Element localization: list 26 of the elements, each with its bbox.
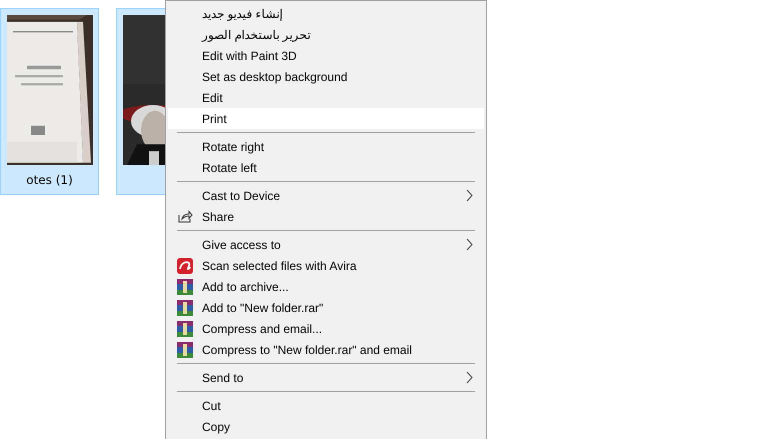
menu-item[interactable]: Add to archive...	[168, 276, 484, 297]
menu-item[interactable]: Add to "New folder.rar"	[168, 297, 484, 318]
menu-item[interactable]: إنشاء فيديو جديد	[168, 3, 484, 24]
menu-item[interactable]: Give access to	[168, 234, 484, 255]
books-stack-icon	[177, 278, 193, 294]
file-name: otes (1)	[26, 173, 73, 187]
books-stack-icon	[177, 300, 193, 316]
menu-item[interactable]: Send to	[168, 367, 484, 388]
menu-item[interactable]: Edit	[168, 87, 484, 108]
share-icon	[178, 210, 192, 223]
menu-item[interactable]: Scan selected files with Avira	[168, 255, 484, 276]
menu-item[interactable]: Compress to "New folder.rar" and email	[168, 339, 484, 360]
menu-item[interactable]: Share	[168, 206, 484, 227]
menu-item[interactable]: Cast to Device	[168, 185, 484, 206]
books-stack-icon	[177, 342, 193, 358]
menu-item[interactable]: Copy	[168, 416, 484, 437]
menu-item[interactable]: تحرير باستخدام الصور	[168, 24, 484, 45]
file-tile[interactable]: otes (1)	[0, 8, 99, 195]
menu-item[interactable]: Cut	[168, 395, 484, 416]
books-stack-icon	[177, 320, 193, 336]
menu-item[interactable]: Edit with Paint 3D	[168, 45, 484, 66]
menu-item[interactable]: Rotate left	[168, 157, 484, 178]
menu-item[interactable]: Print	[168, 108, 484, 129]
menu-item[interactable]: Compress and email...	[168, 318, 484, 339]
menu-item[interactable]: Set as desktop background	[168, 66, 484, 87]
menu-item[interactable]: Rotate right	[168, 136, 484, 157]
